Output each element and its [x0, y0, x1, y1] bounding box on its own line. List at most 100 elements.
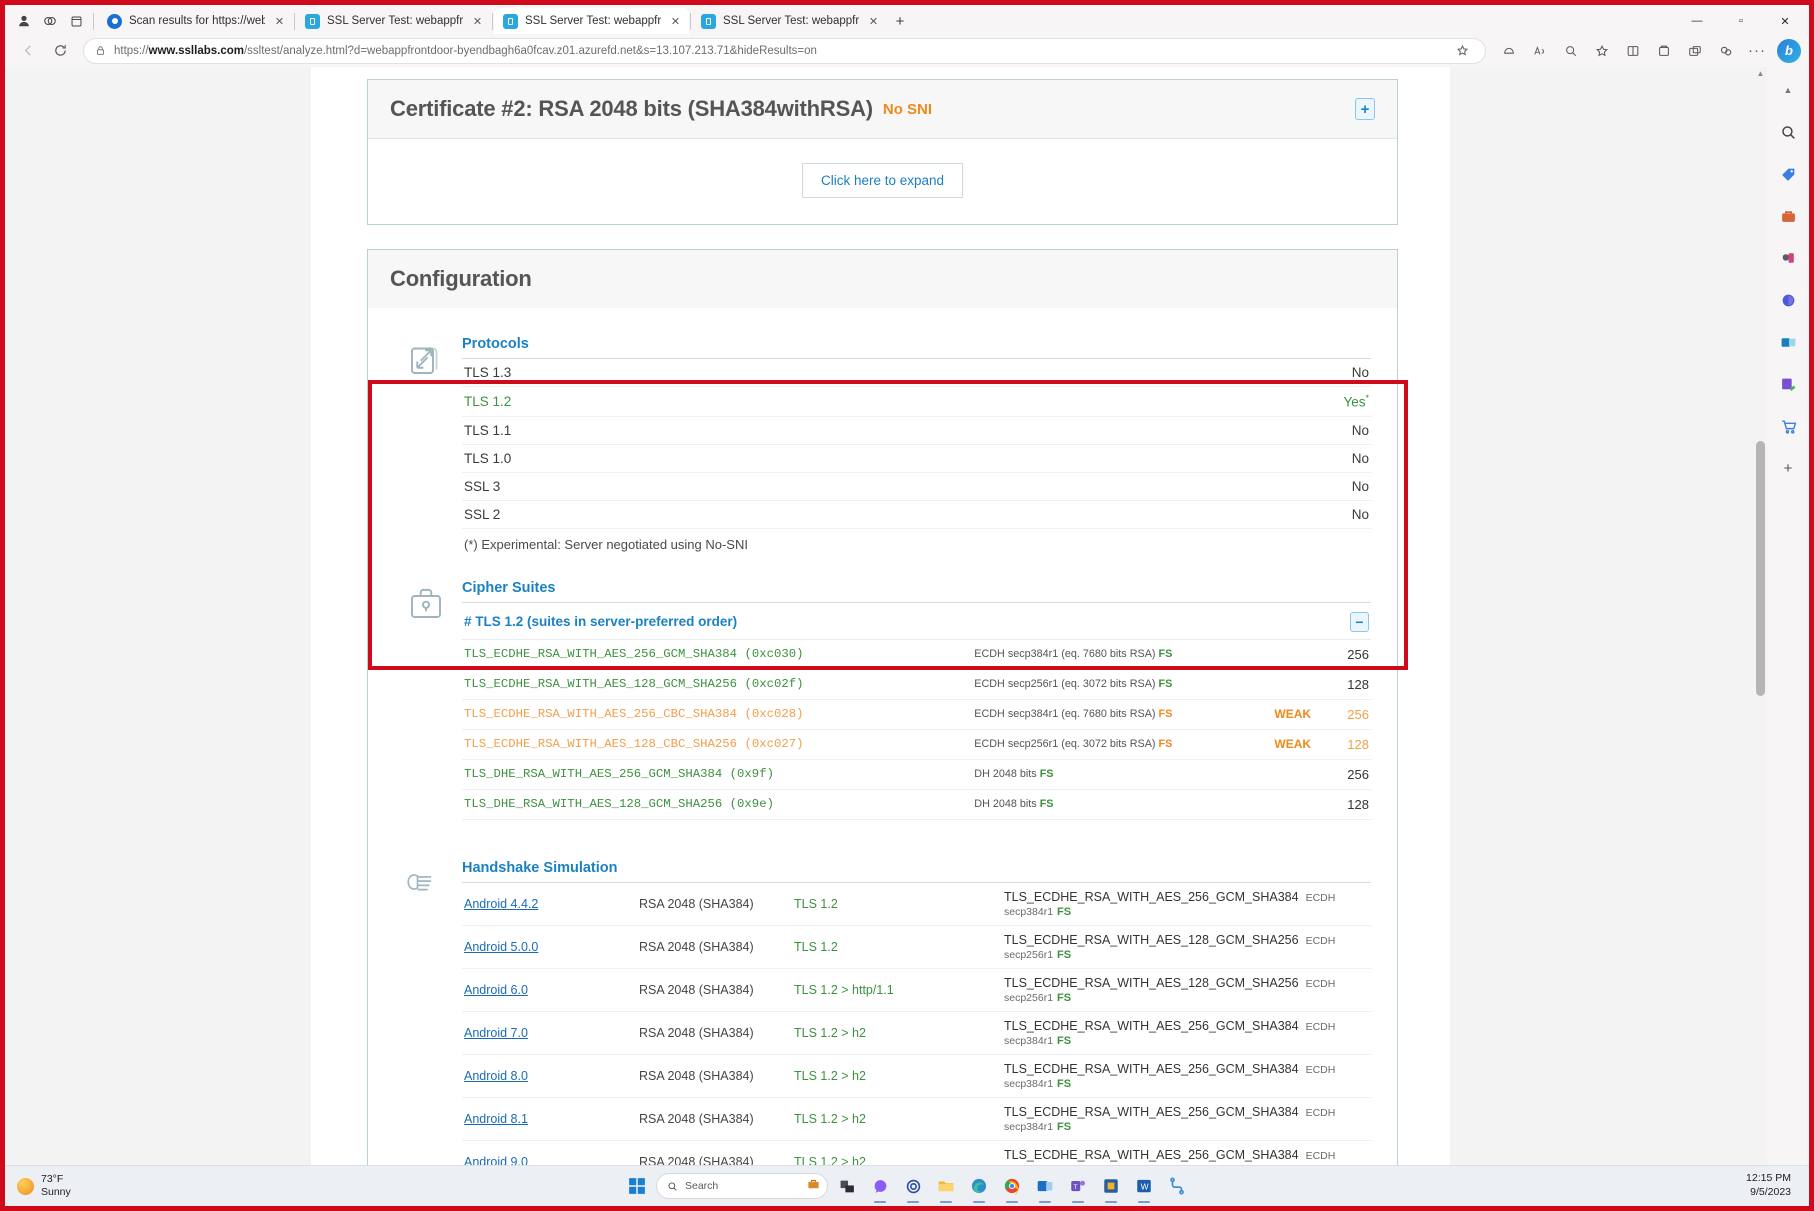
handshake-table: Android 4.4.2 RSA 2048 (SHA384) TLS 1.2 … — [462, 883, 1371, 1184]
address-bar[interactable]: https://www.ssllabs.com/ssltest/analyze.… — [83, 38, 1486, 64]
tab-divider — [690, 13, 691, 30]
protocols-expand-icon — [390, 324, 462, 554]
teams-icon[interactable]: T — [1064, 1172, 1092, 1200]
defender-icon — [107, 14, 122, 29]
cipher-name: TLS_DHE_RSA_WITH_AES_128_GCM_SHA256 (0x9… — [462, 789, 972, 819]
scrollbar-thumb[interactable] — [1756, 441, 1765, 696]
new-tab-button[interactable]: + — [887, 9, 913, 33]
profile-icon[interactable] — [11, 9, 37, 33]
outlook-icon[interactable] — [1775, 329, 1801, 355]
briefcase-icon[interactable] — [1775, 203, 1801, 229]
split-screen-icon[interactable] — [1618, 38, 1648, 64]
tab-title: SSL Server Test: webappfrontdo — [525, 15, 661, 27]
handshake-client-link[interactable]: Android 8.1 — [462, 1097, 637, 1140]
task-view-icon[interactable] — [833, 1172, 861, 1200]
word-icon[interactable]: W — [1130, 1172, 1158, 1200]
table-row: TLS 1.1 No — [462, 416, 1371, 444]
ssllabs-icon — [503, 14, 518, 29]
cart-icon[interactable] — [1775, 413, 1801, 439]
site-info-lock-icon[interactable] — [95, 45, 106, 56]
cipher-suites-heading[interactable]: Cipher Suites — [462, 580, 1371, 596]
clock-time: 12:15 PM — [1746, 1172, 1791, 1186]
chrome-icon[interactable] — [998, 1172, 1026, 1200]
favorites-star-toolbar-icon[interactable] — [1587, 38, 1617, 64]
weather-temperature: 73°F — [41, 1173, 71, 1186]
browser-tab-3[interactable]: SSL Server Test: webappfrontdo ✕ — [692, 8, 887, 34]
start-icon[interactable] — [623, 1172, 651, 1200]
minimize-button[interactable]: — — [1675, 7, 1719, 36]
collections-icon[interactable] — [1649, 38, 1679, 64]
table-row: TLS_ECDHE_RSA_WITH_AES_256_CBC_SHA384 (0… — [462, 699, 1371, 729]
table-row: TLS_ECDHE_RSA_WITH_AES_128_CBC_SHA256 (0… — [462, 729, 1371, 759]
protocols-section: Protocols TLS 1.3 No TLS 1.2 Yes* — [368, 308, 1397, 554]
edge-icon[interactable] — [965, 1172, 993, 1200]
page-scrollbar[interactable]: ▲ ▼ — [1754, 67, 1767, 1183]
browser-app-icon[interactable] — [1680, 38, 1710, 64]
file-explorer-icon[interactable] — [932, 1172, 960, 1200]
clock-date: 9/5/2023 — [1746, 1186, 1791, 1200]
cipher-kx: ECDH secp256r1 (eq. 3072 bits RSA) FS — [972, 669, 1272, 699]
handshake-protocol: TLS 1.2 > h2 — [792, 1097, 1002, 1140]
browser-tab-2[interactable]: SSL Server Test: webappfrontdo ✕ — [494, 8, 689, 34]
handshake-client-link[interactable]: Android 4.4.2 — [462, 883, 637, 926]
maximize-button[interactable]: ▫ — [1719, 7, 1763, 36]
office-icon[interactable] — [1775, 287, 1801, 313]
close-button[interactable]: ✕ — [1763, 7, 1807, 36]
handshake-cert: RSA 2048 (SHA384) — [637, 968, 792, 1011]
sidebar-collapse-icon[interactable]: ▲ — [1775, 77, 1801, 103]
handshake-suite: TLS_ECDHE_RSA_WITH_AES_128_GCM_SHA256ECD… — [1002, 968, 1371, 1011]
ssllabs-icon — [305, 14, 320, 29]
chat-icon[interactable] — [866, 1172, 894, 1200]
settings-icon[interactable] — [899, 1172, 927, 1200]
footnote-star: * — [1365, 393, 1369, 403]
store-icon[interactable] — [1097, 1172, 1125, 1200]
tab-close-icon[interactable]: ✕ — [470, 14, 485, 29]
cipher-name: TLS_ECDHE_RSA_WITH_AES_256_CBC_SHA384 (0… — [462, 699, 972, 729]
settings-more-icon[interactable]: ··· — [1742, 38, 1772, 64]
shopping-tag-icon[interactable] — [1775, 161, 1801, 187]
scroll-up-arrow[interactable]: ▲ — [1756, 69, 1765, 78]
clock[interactable]: 12:15 PM 9/5/2023 — [1746, 1172, 1791, 1199]
certificate-panel-body: Click here to expand — [368, 139, 1397, 224]
cipher-group-title: # TLS 1.2 (suites in server-preferred or… — [464, 614, 737, 629]
handshake-client-link[interactable]: Android 8.0 — [462, 1054, 637, 1097]
cipher-bits: 128 — [1333, 669, 1371, 699]
favorites-star-icon[interactable] — [1447, 38, 1477, 64]
handshake-heading[interactable]: Handshake Simulation — [462, 860, 1371, 876]
handshake-cert: RSA 2048 (SHA384) — [637, 925, 792, 968]
add-sidebar-icon[interactable]: + — [1775, 455, 1801, 481]
tab-close-icon[interactable]: ✕ — [668, 14, 683, 29]
zoom-icon[interactable] — [1556, 38, 1586, 64]
search-icon[interactable] — [1775, 119, 1801, 145]
browser-extensions-icon[interactable] — [1711, 38, 1741, 64]
browser-tab-1[interactable]: SSL Server Test: webappfrontdo ✕ — [296, 8, 491, 34]
handshake-protocol: TLS 1.2 — [792, 925, 1002, 968]
back-icon[interactable] — [13, 38, 43, 64]
outlook-icon[interactable] — [1031, 1172, 1059, 1200]
tab-divider — [492, 13, 493, 30]
refresh-icon[interactable] — [45, 38, 75, 64]
weather-widget[interactable]: 73°F Sunny — [5, 1173, 235, 1199]
terminal-icon[interactable] — [1163, 1172, 1191, 1200]
handshake-client-link[interactable]: Android 6.0 — [462, 968, 637, 1011]
tab-close-icon[interactable]: ✕ — [272, 14, 287, 29]
tab-actions-icon[interactable] — [63, 9, 89, 33]
handshake-client-link[interactable]: Android 7.0 — [462, 1011, 637, 1054]
copilot-icon[interactable]: b — [1777, 39, 1801, 63]
browser-essentials-icon[interactable] — [1494, 38, 1524, 64]
click-here-to-expand-link[interactable]: Click here to expand — [802, 163, 963, 198]
tab-close-icon[interactable]: ✕ — [866, 14, 881, 29]
browser-tab-0[interactable]: Scan results for https://webappf ✕ — [98, 8, 293, 34]
workspaces-icon[interactable] — [37, 9, 63, 33]
protocols-heading[interactable]: Protocols — [462, 336, 1371, 352]
search-box[interactable]: Search — [656, 1173, 828, 1199]
handshake-client-link[interactable]: Android 5.0.0 — [462, 925, 637, 968]
certificate-expand-button[interactable]: + — [1355, 98, 1375, 120]
cipher-collapse-button[interactable]: − — [1350, 612, 1369, 632]
protocol-value: Yes* — [1039, 387, 1371, 417]
tools-icon[interactable] — [1775, 371, 1801, 397]
browser-chrome: Scan results for https://webappf ✕ SSL S… — [5, 5, 1809, 67]
copilot-taskbar-icon[interactable] — [806, 1177, 821, 1195]
read-aloud-icon[interactable] — [1525, 38, 1555, 64]
games-icon[interactable] — [1775, 245, 1801, 271]
